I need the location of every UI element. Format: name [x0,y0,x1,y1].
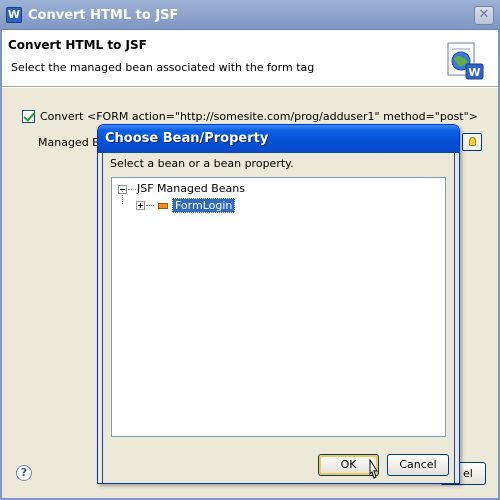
browse-bean-button[interactable] [462,133,482,151]
convert-checkbox-label: Convert <FORM action="http://somesite.co… [40,110,478,123]
cancel-button[interactable]: Cancel [387,454,449,476]
wizard-banner-icon: W [447,42,484,80]
bean-tree[interactable]: JSF Managed Beans FormLogin [111,177,446,437]
convert-checkbox[interactable] [22,110,35,123]
choose-bean-dialog: Choose Bean/Property Select a bean or a … [97,124,460,484]
dialog-prompt: Select a bean or a bean property. [110,157,294,170]
tree-item-label: FormLogin [172,198,236,213]
outer-titlebar: W Convert HTML to JSF ✕ [0,0,500,30]
close-button[interactable]: ✕ [474,6,494,25]
tree-item-formlogin[interactable]: FormLogin [136,198,236,214]
cancel-partial-label: el [463,467,473,480]
wizard-header: Convert HTML to JSF Select the managed b… [2,30,498,87]
bean-icon [158,202,168,209]
tree-connector [122,191,123,204]
tree-root-item[interactable]: JSF Managed Beans [118,182,245,198]
dialog-title: Choose Bean/Property [105,131,269,146]
wizard-description: Select the managed bean associated with … [11,61,315,74]
outer-window-title: Convert HTML to JSF [28,8,179,23]
help-icon[interactable]: ? [16,465,32,481]
dialog-titlebar: Choose Bean/Property [98,125,459,153]
svg-text:W: W [468,66,480,79]
app-icon: W [6,7,22,23]
expand-icon[interactable] [136,201,145,210]
lightbulb-icon [469,137,476,146]
wizard-title: Convert HTML to JSF [8,38,147,52]
tree-root-label: JSF Managed Beans [137,182,245,195]
mouse-cursor-icon [369,459,378,479]
